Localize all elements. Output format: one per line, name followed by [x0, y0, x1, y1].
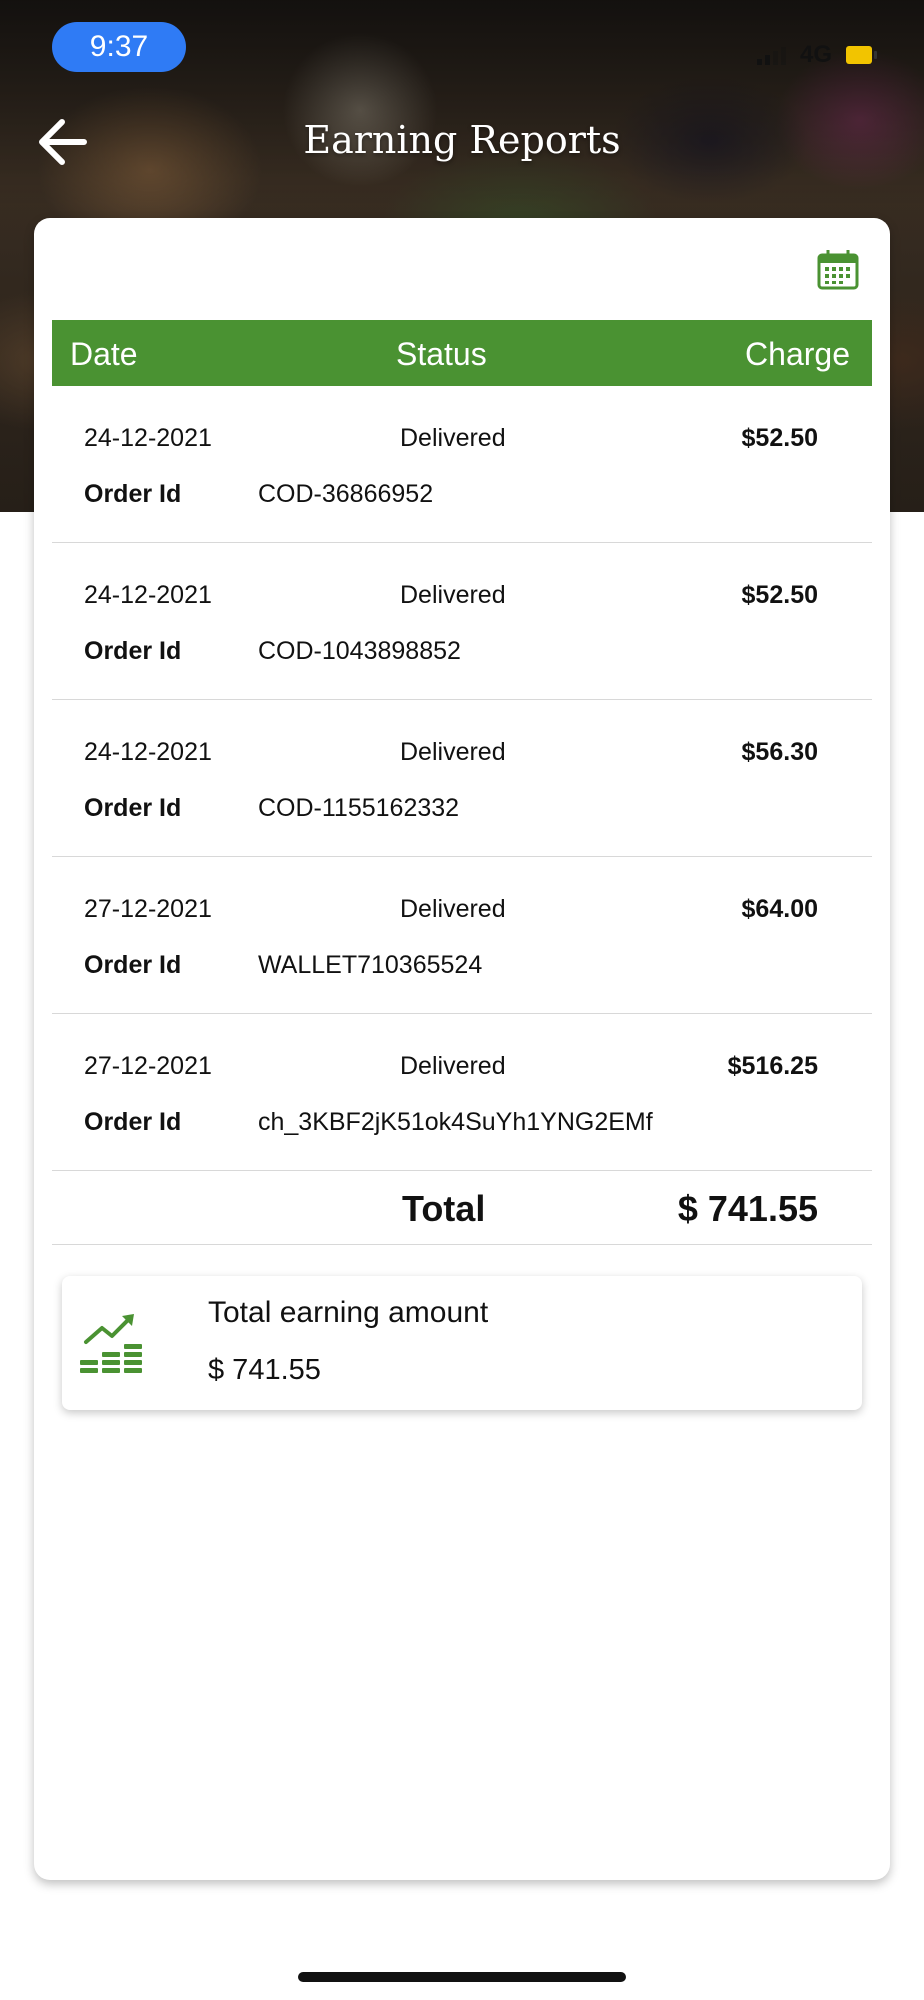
total-earning-value: $ 741.55: [208, 1354, 321, 1386]
row-status: Delivered: [400, 581, 506, 609]
column-header-date: Date: [70, 336, 138, 372]
row-date: 27-12-2021: [84, 895, 212, 923]
order-id-label: Order Id: [84, 951, 182, 979]
row-date: 24-12-2021: [84, 738, 212, 766]
order-id-value: COD-1043898852: [258, 637, 461, 665]
status-indicators: 4G: [756, 40, 877, 70]
order-id-value: COD-36866952: [258, 480, 434, 508]
row-charge: $64.00: [741, 895, 818, 923]
table-header: Date Status Charge: [52, 320, 872, 386]
row-status: Delivered: [400, 738, 506, 766]
order-id-label: Order Id: [84, 1108, 182, 1136]
earnings-table: 24-12-2021 Delivered $52.50 Order Id COD…: [52, 386, 872, 1171]
page-title: Earning Reports: [303, 118, 621, 162]
order-id-label: Order Id: [84, 794, 182, 822]
column-header-charge: Charge: [745, 336, 850, 372]
battery-icon: [846, 46, 877, 64]
total-value: $ 741.55: [677, 1188, 818, 1229]
row-status: Delivered: [400, 424, 506, 452]
row-charge: $52.50: [741, 424, 818, 452]
row-date: 24-12-2021: [84, 581, 212, 609]
total-row: Total $ 741.55: [52, 1168, 872, 1245]
status-time: 9:37: [52, 22, 186, 72]
table-row[interactable]: 24-12-2021 Delivered $56.30 Order Id COD…: [52, 700, 872, 857]
table-row[interactable]: 24-12-2021 Delivered $52.50 Order Id COD…: [52, 386, 872, 543]
row-status: Delivered: [400, 1052, 506, 1080]
earnings-chart-icon: [80, 1314, 142, 1373]
calendar-icon: [817, 250, 859, 290]
order-id-label: Order Id: [84, 480, 182, 508]
order-id-value: ch_3KBF2jK51ok4SuYh1YNG2EMf: [258, 1108, 653, 1136]
row-charge: $56.30: [741, 738, 818, 766]
row-charge: $52.50: [741, 581, 818, 609]
order-id-value: COD-1155162332: [258, 794, 460, 822]
home-indicator[interactable]: [298, 1972, 626, 1982]
table-row[interactable]: 24-12-2021 Delivered $52.50 Order Id COD…: [52, 543, 872, 700]
row-charge: $516.25: [727, 1052, 818, 1080]
row-date: 24-12-2021: [84, 424, 212, 452]
total-earning-label: Total earning amount: [208, 1296, 489, 1329]
total-label: Total: [402, 1188, 486, 1229]
network-type: 4G: [799, 41, 832, 68]
total-earning-summary: Total earning amount $ 741.55: [62, 1276, 862, 1410]
order-id-label: Order Id: [84, 637, 182, 665]
order-id-value: WALLET710365524: [258, 951, 483, 979]
report-card: Date Status Charge 24-12-2021 Delivered …: [34, 218, 890, 1880]
table-row[interactable]: 27-12-2021 Delivered $516.25 Order Id ch…: [52, 1014, 872, 1171]
table-row[interactable]: 27-12-2021 Delivered $64.00 Order Id WAL…: [52, 857, 872, 1014]
column-header-status: Status: [396, 336, 487, 372]
row-status: Delivered: [400, 895, 506, 923]
signal-icon: [756, 45, 786, 65]
calendar-button[interactable]: [816, 248, 860, 292]
row-date: 27-12-2021: [84, 1052, 212, 1080]
